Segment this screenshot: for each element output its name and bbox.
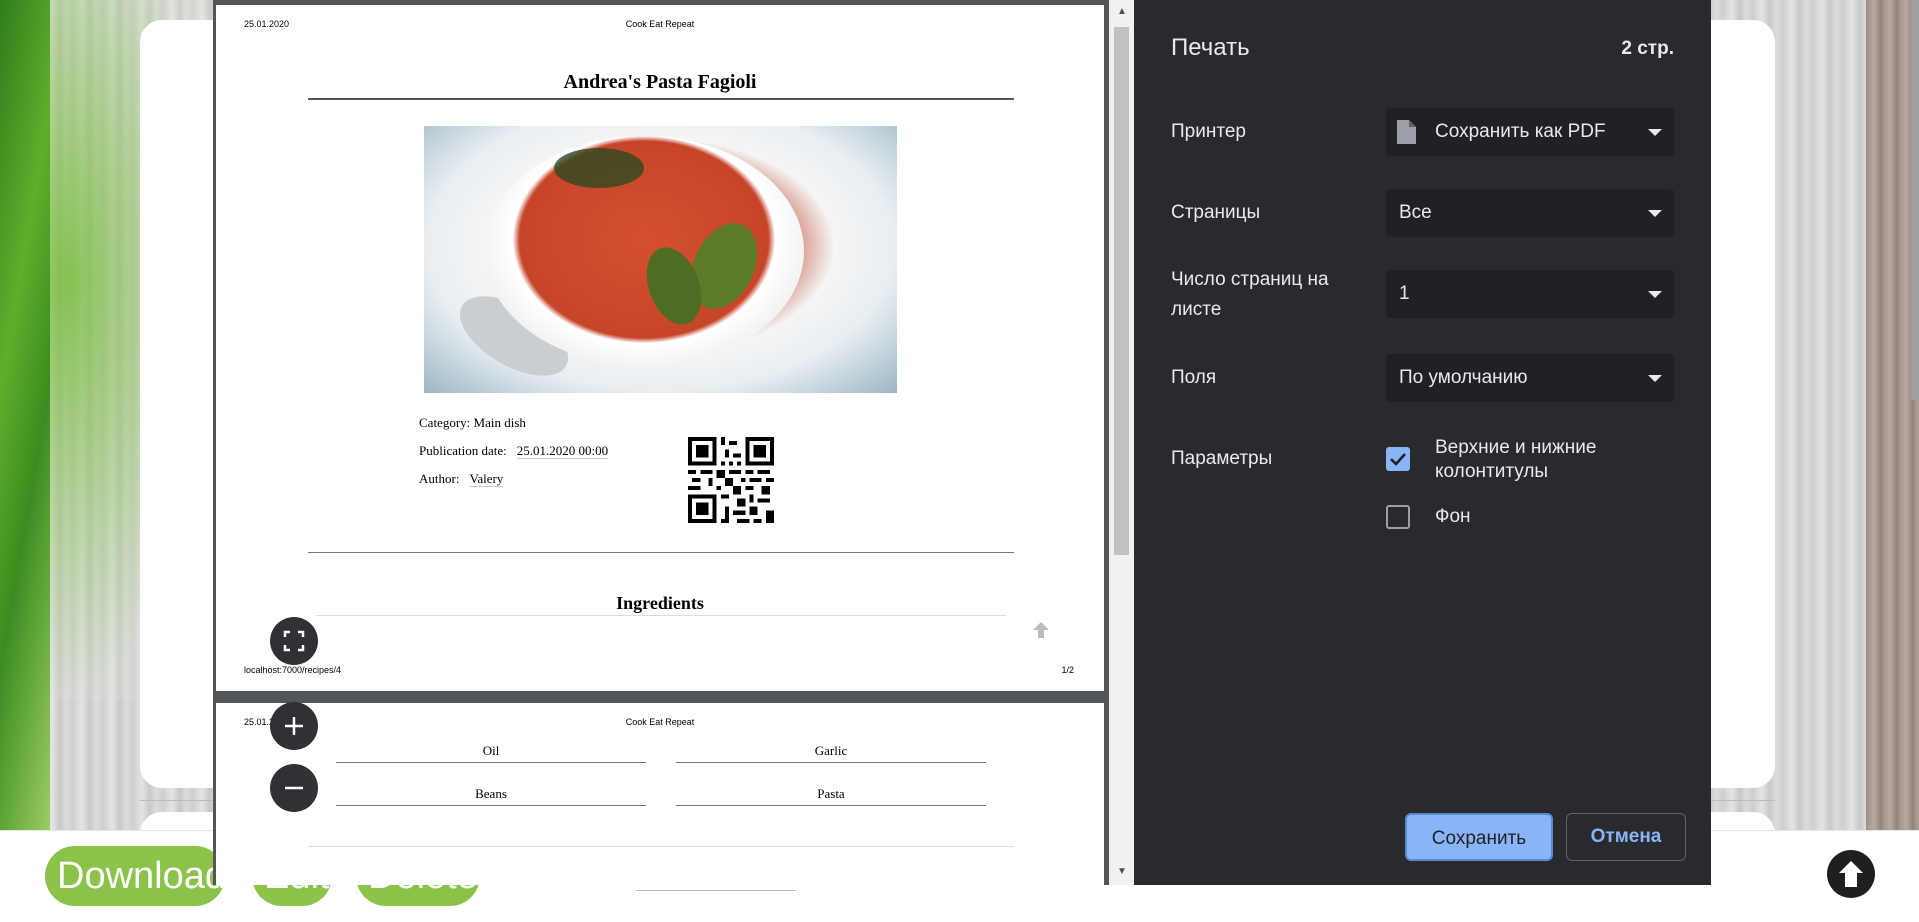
pages-per-sheet-label: Число страниц на листе — [1171, 269, 1329, 320]
page-header-site: Cook Eat Repeat — [625, 717, 695, 727]
arrow-up-icon — [1029, 618, 1053, 649]
ingredient-item: Beans — [336, 786, 646, 806]
qr-code — [688, 437, 774, 523]
chevron-down-icon — [1648, 375, 1662, 382]
recipe-category: Category: Main dish — [419, 415, 526, 430]
recipe-photo — [424, 126, 897, 393]
headers-footers-checkbox[interactable] — [1386, 447, 1410, 471]
recipe-publication: Publication date: 25.01.2020 00:00 — [419, 443, 609, 459]
author-label: Author: — [419, 471, 460, 486]
leaf-decoration — [0, 0, 50, 830]
chevron-down-icon — [1648, 210, 1662, 217]
preview-page-2: 25.01.2 Cook Eat Repeat Oil Garlic Beans… — [216, 703, 1104, 885]
dialog-title: Печать — [1171, 34, 1250, 61]
printer-value: Сохранить как PDF — [1435, 121, 1606, 142]
page-scrollbar[interactable] — [1911, 0, 1919, 400]
printer-label: Принтер — [1171, 121, 1246, 142]
section-rule — [308, 552, 1014, 553]
publication-value: 25.01.2020 00:00 — [516, 443, 609, 459]
printer-select[interactable]: Сохранить как PDF — [1386, 108, 1674, 156]
fit-to-page-button[interactable] — [270, 617, 318, 665]
margins-value: По умолчанию — [1399, 367, 1528, 388]
background-label[interactable]: Фон — [1435, 505, 1655, 529]
ingredients-rule — [316, 615, 1006, 616]
pages-value: Все — [1399, 202, 1432, 223]
plus-icon — [285, 717, 303, 735]
recipe-author: Author: Valery — [419, 471, 504, 487]
publication-label: Publication date: — [419, 443, 507, 458]
section-rule — [308, 846, 1014, 847]
ingredients-heading: Ingredients — [616, 593, 704, 613]
save-button[interactable]: Сохранить — [1405, 813, 1553, 861]
page-count: 2 стр. — [1621, 38, 1674, 59]
preview-page-1: 25.01.2020 Cook Eat Repeat Andrea's Past… — [216, 5, 1104, 691]
zoom-in-button[interactable] — [270, 702, 318, 750]
pages-per-sheet-select[interactable]: 1 — [1386, 270, 1674, 318]
background-checkbox[interactable] — [1386, 505, 1410, 529]
pages-per-sheet-value: 1 — [1399, 283, 1410, 304]
preview-scrollbar[interactable]: ▲ ▼ — [1109, 0, 1134, 885]
margins-select[interactable]: По умолчанию — [1386, 354, 1674, 402]
page-footer-url: localhost:7000/recipes/4 — [244, 665, 342, 675]
page-header-site: Cook Eat Repeat — [625, 19, 695, 29]
download-button[interactable]: Download — [45, 846, 225, 906]
author-value: Valery — [469, 471, 504, 487]
scroll-down-arrow-icon[interactable]: ▼ — [1117, 866, 1127, 877]
title-rule — [308, 98, 1014, 100]
ingredient-item: Pasta — [676, 786, 986, 806]
fullscreen-icon — [283, 630, 305, 652]
headers-footers-label[interactable]: Верхние и нижние колонтитулы — [1435, 436, 1655, 484]
chevron-down-icon — [1648, 129, 1662, 136]
zoom-out-button[interactable] — [270, 764, 318, 812]
margins-label: Поля — [1171, 367, 1217, 388]
recipe-title: Andrea's Pasta Fagioli — [563, 71, 757, 93]
print-settings-panel: Печать 2 стр. Принтер Сохранить как PDF … — [1134, 0, 1711, 885]
cancel-button[interactable]: Отмена — [1566, 813, 1686, 861]
scrollbar-thumb[interactable] — [1114, 27, 1129, 555]
minus-icon — [285, 786, 303, 790]
pages-select[interactable]: Все — [1386, 189, 1674, 237]
document-icon — [1397, 120, 1416, 144]
pages-label: Страницы — [1171, 202, 1261, 223]
options-label: Параметры — [1171, 448, 1273, 469]
ingredient-item: Garlic — [676, 743, 986, 763]
ingredient-item: Oil — [336, 743, 646, 763]
scroll-up-arrow-icon[interactable]: ▲ — [1117, 6, 1127, 17]
scroll-to-top-button[interactable] — [1827, 850, 1875, 898]
arrow-up-icon — [1839, 861, 1863, 887]
page-footer-number: 1/2 — [1061, 665, 1074, 675]
check-icon — [1390, 453, 1406, 466]
chevron-down-icon — [1648, 291, 1662, 298]
